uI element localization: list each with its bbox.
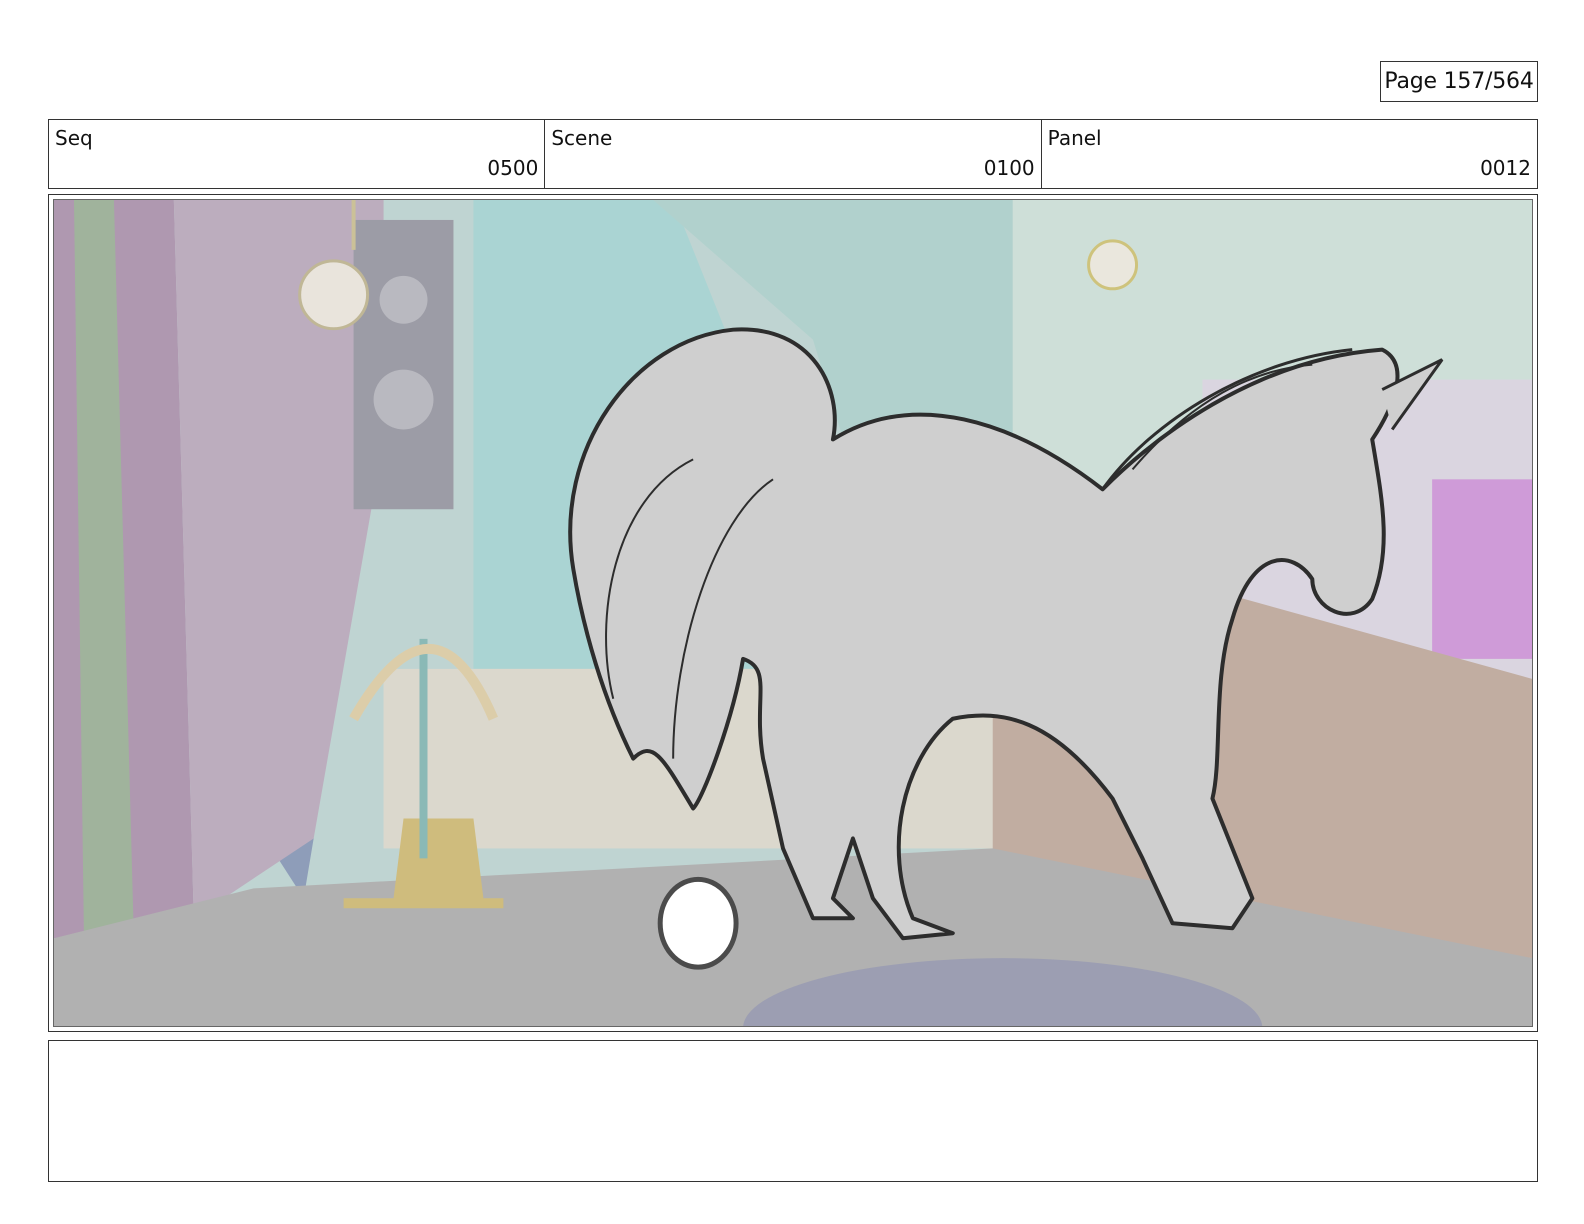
scene-value: 0100 xyxy=(983,156,1035,180)
seq-value: 0500 xyxy=(487,156,539,180)
scene-label: Scene xyxy=(551,126,613,150)
panel-cell: Panel 0012 xyxy=(1042,120,1537,188)
scene-cell: Scene 0100 xyxy=(545,120,1042,188)
seq-label: Seq xyxy=(55,126,93,150)
panel-value: 0012 xyxy=(1480,156,1531,180)
panel-artwork xyxy=(54,200,1532,1026)
seq-cell: Seq 0500 xyxy=(49,120,546,188)
page-number: Page 157/564 xyxy=(1380,61,1538,102)
storyboard-header: Seq 0500 Scene 0100 Panel 0012 xyxy=(48,119,1538,189)
panel-label: Panel xyxy=(1047,126,1102,150)
panel-notes xyxy=(48,1040,1538,1182)
storyboard-panel-image xyxy=(53,199,1533,1027)
storyboard-panel-frame xyxy=(48,194,1538,1032)
